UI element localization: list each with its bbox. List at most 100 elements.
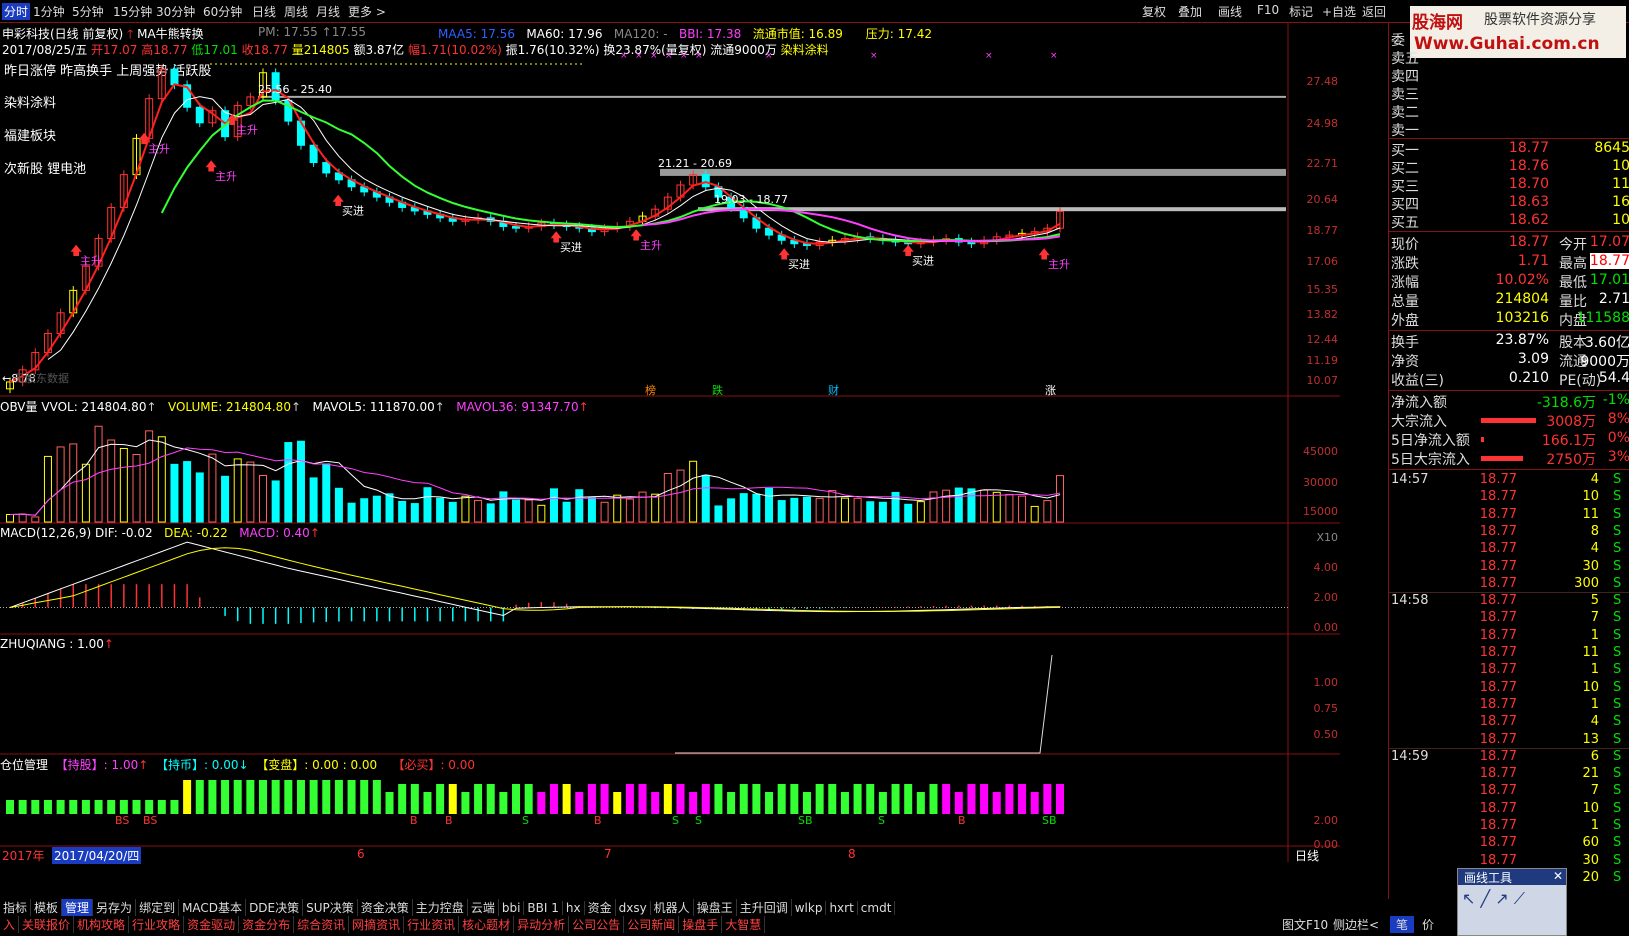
toolbar-button-3[interactable]: F10 [1257, 3, 1279, 17]
volume-bar [828, 490, 837, 523]
toolbar-button-2[interactable]: 画线 [1218, 3, 1242, 20]
signal-label: 买进 [788, 258, 810, 271]
volume-bar [56, 446, 65, 523]
event-marker: 财 [828, 383, 839, 397]
volume-bar [689, 460, 698, 523]
ask-row: 卖三 [1391, 84, 1629, 103]
formula-tab-10[interactable]: 云端 [468, 899, 499, 916]
position-bar [31, 800, 40, 814]
bid-volume: 11 [1612, 176, 1629, 192]
volume-bar [296, 440, 305, 523]
position-bar [56, 800, 65, 814]
formula-tab-8[interactable]: 资金决策 [358, 899, 413, 916]
info-tab-0[interactable]: 入 [0, 916, 20, 933]
volume-bar [31, 516, 40, 523]
toolbar-button-5[interactable]: +自选 [1322, 3, 1356, 20]
formula-tab-9[interactable]: 主力控盘 [413, 899, 468, 916]
position-bar [562, 784, 571, 814]
toolbar-button-0[interactable]: 复权 [1142, 3, 1166, 20]
formula-tab-21[interactable]: cmdt [858, 901, 896, 915]
formula-tab-13[interactable]: hx [563, 901, 585, 915]
price-tick: 17.06 [1306, 255, 1339, 268]
formula-tab-18[interactable]: 主升回调 [737, 899, 792, 916]
period-tab-8[interactable]: 月线 [316, 3, 340, 20]
formula-tab-2[interactable]: 管理 [62, 899, 94, 916]
line-icon[interactable]: ╱ [1481, 889, 1491, 908]
period-tab-7[interactable]: 周线 [284, 3, 308, 20]
info-tab-3[interactable]: 行业攻略 [129, 916, 185, 933]
formula-tab-11[interactable]: bbi [499, 901, 525, 915]
tick-volume: 10 [1582, 679, 1599, 695]
position-bar [296, 780, 305, 814]
volume-bar [739, 493, 748, 523]
stats-row: 外盘 103216 内盘 111588 [1391, 310, 1629, 329]
formula-tab-15[interactable]: dxsy [616, 901, 651, 915]
position-bar [701, 784, 710, 814]
toolbar-button-1[interactable]: 叠加 [1178, 3, 1202, 20]
formula-tab-5[interactable]: MACD基本 [179, 899, 247, 916]
period-tab-1[interactable]: 1分钟 [33, 3, 65, 20]
bottom-right-button-2[interactable]: 笔 [1390, 916, 1415, 933]
info-tab-5[interactable]: 资金分布 [239, 916, 295, 933]
formula-tab-4[interactable]: 绑定到 [136, 899, 180, 916]
toolbar-button-4[interactable]: 标记 [1289, 3, 1313, 20]
position-bar [157, 800, 166, 814]
formula-tab-6[interactable]: DDE决策 [246, 899, 304, 916]
cursor-icon[interactable]: ↖ [1462, 889, 1475, 908]
bottom-right-button-1[interactable]: 侧边栏< [1333, 916, 1379, 933]
formula-tab-20[interactable]: hxrt [826, 901, 858, 915]
period-tab-2[interactable]: 5分钟 [72, 3, 104, 20]
period-tab-9[interactable]: 更多 > [348, 3, 386, 20]
info-tab-14[interactable]: 大智慧 [722, 916, 766, 933]
formula-tab-12[interactable]: BBI 1 [524, 901, 563, 915]
ray-icon[interactable]: ↗ [1495, 889, 1508, 908]
volume-bar [727, 498, 736, 523]
position-panel: BS BS B B S B S S SB S B SB [6, 780, 1064, 827]
period-tab-6[interactable]: 日线 [252, 3, 276, 20]
info-tab-6[interactable]: 综合资讯 [294, 916, 350, 933]
tick-volume: 21 [1582, 766, 1599, 782]
info-tab-13[interactable]: 操盘手 [679, 916, 723, 933]
tick-side: S [1613, 852, 1622, 868]
stat-value: 23.87% [1495, 332, 1549, 348]
bottom-right-button-3[interactable]: 价 [1422, 916, 1434, 933]
tick-volume: 13 [1582, 731, 1599, 747]
bid-volume: 10 [1612, 212, 1629, 228]
draw-tool-icons[interactable]: ↖ ╱ ↗ ⟋ [1458, 885, 1566, 913]
bs-mark: BS [143, 814, 157, 827]
info-tab-10[interactable]: 异动分析 [514, 916, 570, 933]
close-icon[interactable]: ✕ [1553, 869, 1563, 883]
info-tab-2[interactable]: 机构攻略 [74, 916, 130, 933]
toolbar-button-6[interactable]: 返回 [1362, 3, 1386, 20]
formula-tab-3[interactable]: 另存为 [93, 899, 137, 916]
tick-side: S [1613, 748, 1622, 764]
time-mode[interactable]: 日线 [1295, 847, 1319, 864]
formula-tab-17[interactable]: 操盘王 [694, 899, 737, 916]
period-tab-0[interactable]: 分时 [2, 3, 31, 20]
info-tab-12[interactable]: 公司新闻 [624, 916, 680, 933]
position-bar [942, 784, 951, 814]
formula-tab-0[interactable]: 指标 [0, 899, 32, 916]
position-bar [18, 800, 27, 814]
tick-volume: 10 [1582, 489, 1599, 505]
info-tab-11[interactable]: 公司公告 [569, 916, 625, 933]
info-tab-8[interactable]: 行业资讯 [404, 916, 460, 933]
info-tab-4[interactable]: 资金驱动 [184, 916, 240, 933]
info-tab-1[interactable]: 关联报价 [19, 916, 75, 933]
formula-tab-19[interactable]: wlkp [792, 901, 827, 915]
formula-tab-1[interactable]: 模板 [31, 899, 63, 916]
segment-icon[interactable]: ⟋ [1514, 889, 1525, 908]
flag-x-mark: × [870, 51, 878, 61]
info-tab-7[interactable]: 网摘资讯 [349, 916, 405, 933]
bs-mark: B [594, 814, 602, 827]
formula-tab-7[interactable]: SUP决策 [303, 899, 358, 916]
bottom-right-button-0[interactable]: 图文F10 [1282, 916, 1328, 933]
period-tab-4[interactable]: 30分钟 [156, 3, 195, 20]
formula-tab-16[interactable]: 机器人 [651, 899, 694, 916]
period-tab-5[interactable]: 60分钟 [203, 3, 242, 20]
formula-tab-14[interactable]: 资金 [585, 899, 616, 916]
draw-tool-window[interactable]: 画线工具 ✕ ↖ ╱ ↗ ⟋ [1457, 868, 1567, 936]
tick-time: 14:59 [1391, 748, 1429, 764]
info-tab-9[interactable]: 核心题材 [459, 916, 515, 933]
period-tab-3[interactable]: 15分钟 [113, 3, 152, 20]
